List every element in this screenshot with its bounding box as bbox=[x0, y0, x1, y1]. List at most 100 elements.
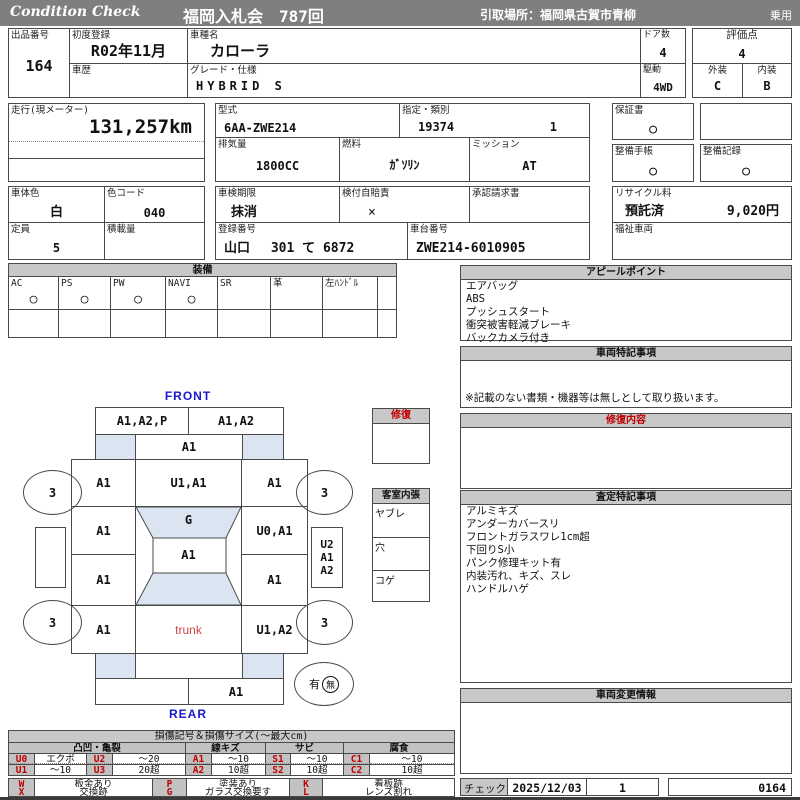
rear-left-corner-shape bbox=[95, 653, 136, 679]
displacement-label: 排気量 bbox=[218, 139, 247, 150]
appeal-item: 衝突被害軽減ブレーキ bbox=[461, 319, 791, 332]
left-fender-panel: A1 bbox=[71, 459, 136, 507]
equipment-cell-navi: NAVI ○ bbox=[165, 276, 218, 310]
doors-cell: ドア数 4 bbox=[640, 28, 686, 64]
condition-sheet: Condition Check 福岡入札会 787回 引取場所：福岡県古賀市青柳… bbox=[0, 0, 800, 800]
legend-code: C1 bbox=[344, 754, 370, 764]
equipment-mark: ○ bbox=[9, 292, 58, 307]
recycle-fee-cell: リサイクル料 預託済 9,020円 bbox=[612, 186, 792, 223]
right-front-door-panel: U0,A1 bbox=[241, 506, 308, 555]
repair-details-section: 修復内容 bbox=[460, 413, 792, 489]
brand-logo: Condition Check bbox=[10, 4, 140, 20]
chassis-number-label: 車台番号 bbox=[410, 224, 448, 235]
body-color-label: 車体色 bbox=[11, 188, 40, 199]
assessment-item: アンダーカバースリ bbox=[461, 518, 791, 531]
equipment-cell-extra bbox=[377, 276, 397, 310]
legend-code: U3 bbox=[87, 765, 113, 775]
repair-flag-header: 修復 bbox=[373, 409, 429, 424]
check-label: チェック bbox=[464, 781, 506, 796]
color-code-label: 色コード bbox=[107, 188, 145, 199]
approval-request-cell: 承認請求書 bbox=[469, 186, 590, 223]
insurance-mark: × bbox=[340, 205, 469, 220]
assessment-item: アルミキズ bbox=[461, 505, 791, 518]
approval-request-label: 承認請求書 bbox=[472, 188, 520, 199]
interior-grade-label: 内装 bbox=[743, 65, 791, 76]
legend-code: U0 bbox=[9, 754, 35, 764]
first-registration-cell: 初度登録 R02年11月 bbox=[69, 28, 188, 64]
legend-data-row: U1 〜10 U3 20超 A2 10超 S2 10超 C2 10超 bbox=[8, 765, 455, 776]
equipment-label: 左ﾊﾝﾄﾞﾙ bbox=[325, 278, 358, 289]
spare-tire-indicator: 有 無 bbox=[294, 662, 354, 706]
maintenance-book-cell: 整備手帳 ○ bbox=[612, 144, 694, 182]
left-front-door-panel: A1 bbox=[71, 506, 136, 555]
equipment-cell-ps: PS ○ bbox=[58, 276, 111, 310]
hood-panel: A1 bbox=[135, 434, 243, 460]
damage-code: U1,A1 bbox=[170, 476, 206, 490]
cabin-lining-header: 客室内張 bbox=[373, 489, 429, 504]
repair-details-header: 修復内容 bbox=[461, 414, 791, 428]
check-count: 1 bbox=[587, 781, 658, 795]
transmission-label: ミッション bbox=[472, 139, 520, 150]
legend-code: A1 bbox=[186, 754, 212, 764]
damage-code: A1 bbox=[96, 524, 110, 538]
class-label: 指定・類別 bbox=[402, 105, 450, 116]
chassis-number-cell: 車台番号 ZWE214-6010905 bbox=[407, 222, 590, 260]
drivetrain-label: 駆動 bbox=[643, 65, 661, 76]
legend-code: U1 bbox=[9, 765, 35, 775]
damage-code: A1 bbox=[320, 551, 333, 564]
car-history-label: 車歴 bbox=[72, 65, 91, 76]
appeal-item: エアバッグ bbox=[461, 280, 791, 293]
front-left-corner-shape bbox=[95, 434, 136, 460]
equipment-empty-cell bbox=[322, 309, 378, 338]
maintenance-record-cell: 整備記録 ○ bbox=[700, 144, 792, 182]
displacement-cell: 排気量 1800CC bbox=[215, 137, 340, 182]
damage-code: A1 bbox=[182, 440, 196, 454]
left-quarter-panel: A1 bbox=[71, 605, 136, 654]
legend-value: 〜20 bbox=[113, 754, 186, 764]
damage-code: U2 bbox=[320, 538, 333, 551]
cabin-lining-row-hole: 穴 bbox=[373, 538, 429, 571]
load-capacity-cell: 積載量 bbox=[104, 222, 205, 260]
assessment-item: 下回りS小 bbox=[461, 544, 791, 557]
check-date-cell: 2025/12/03 bbox=[507, 778, 587, 796]
appeal-points-section: アピールポイント エアバッグ ABS プッシュスタート 衝突被害軽減ブレーキ バ… bbox=[460, 265, 792, 341]
recycle-status: 預託済 bbox=[625, 200, 664, 219]
equipment-cell-pw: PW ○ bbox=[110, 276, 166, 310]
registration-number-cell: 登録番号 山口 301 て 6872 bbox=[215, 222, 408, 260]
assessment-notes-section: 査定特記事項 アルミキズ アンダーカバースリ フロントガラスワレ1cm超 下回り… bbox=[460, 490, 792, 683]
color-code-value: 040 bbox=[105, 206, 204, 220]
header-bar: Condition Check 福岡入札会 787回 引取場所：福岡県古賀市青柳… bbox=[0, 0, 800, 26]
damage-code: A1 bbox=[229, 685, 243, 699]
capacity-value: 5 bbox=[9, 241, 104, 255]
check-number: 0164 bbox=[758, 781, 786, 795]
assessment-item: ハンドルハゲ bbox=[461, 583, 791, 596]
class-number: 19374 bbox=[418, 120, 454, 134]
vehicle-notes-section: 車両特記事項 ※記載のない書類・機器等は無しとして取り扱います。 bbox=[460, 346, 792, 408]
maintenance-book-label: 整備手帳 bbox=[615, 146, 653, 157]
legend-group: 線キズ bbox=[186, 743, 266, 753]
cowl-panel: U1,A1 bbox=[135, 459, 242, 507]
equipment-label: PS bbox=[61, 278, 72, 289]
appeal-item: プッシュスタート bbox=[461, 306, 791, 319]
cabin-lining-box: 客室内張 ヤブレ 穴 コゲ bbox=[372, 488, 430, 602]
legend-value: エクボ bbox=[35, 754, 87, 764]
exterior-grade-cell: 外装 C bbox=[692, 63, 743, 98]
legend-value: 交換跡 bbox=[35, 787, 153, 796]
color-code-cell: 色コード 040 bbox=[104, 186, 205, 223]
capacity-cell: 定員 5 bbox=[8, 222, 105, 260]
front-bumper-right-panel: A1,A2 bbox=[188, 407, 284, 435]
welfare-vehicle-cell: 福祉車両 bbox=[612, 222, 792, 260]
equipment-empty-cell bbox=[270, 309, 323, 338]
legend-code: U2 bbox=[87, 754, 113, 764]
inspection-cell: 車検期限 抹消 bbox=[215, 186, 340, 223]
drivetrain-cell: 駆動 4WD bbox=[640, 63, 686, 98]
legend-code: L bbox=[290, 787, 323, 796]
score-value: 4 bbox=[693, 47, 791, 61]
legend-value: 看板跡 bbox=[323, 779, 454, 787]
pickup-location: 引取場所：福岡県古賀市青柳 bbox=[480, 6, 636, 23]
legend-code: X bbox=[9, 787, 35, 796]
equipment-empty-cell bbox=[217, 309, 271, 338]
vehicle-category: 乗用 bbox=[770, 7, 792, 23]
assessment-item: 内装汚れ、キズ、スレ bbox=[461, 570, 791, 583]
damage-code: A1 bbox=[267, 476, 281, 490]
